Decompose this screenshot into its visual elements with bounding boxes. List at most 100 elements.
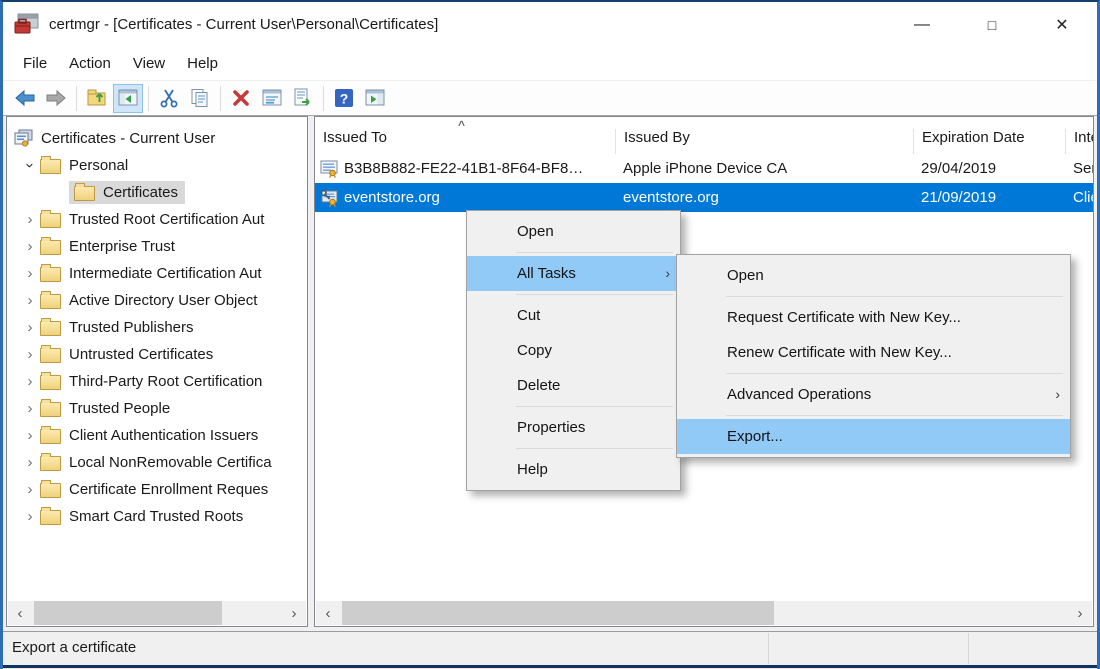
folder-icon (40, 159, 61, 174)
properties-button[interactable] (257, 84, 287, 113)
chevron-right-icon[interactable]: › (20, 401, 40, 416)
toolbar: ? (3, 81, 1097, 116)
chevron-right-icon[interactable]: › (20, 239, 40, 254)
chevron-right-icon[interactable]: › (20, 266, 40, 281)
submenu-item-advanced-operations[interactable]: Advanced Operations › (677, 377, 1070, 412)
tree-item-label: Certificates - Current User (41, 130, 215, 147)
chevron-right-icon[interactable]: › (20, 320, 40, 335)
help-button[interactable]: ? (329, 84, 359, 113)
tree-item-personal[interactable]: › Personal (7, 152, 307, 179)
status-bar: Export a certificate (3, 631, 1097, 665)
copy-button[interactable] (185, 84, 215, 113)
tree-item-client-auth-issuers[interactable]: › Client Authentication Issuers (7, 422, 307, 449)
chevron-right-icon[interactable]: › (20, 212, 40, 227)
menu-file[interactable]: File (12, 51, 58, 76)
menu-action[interactable]: Action (58, 51, 122, 76)
tree-item-cert-enrollment-requests[interactable]: › Certificate Enrollment Reques (7, 476, 307, 503)
column-header-issued-by[interactable]: Issued By (615, 129, 913, 154)
expiration-date-value: 21/09/2019 (913, 189, 1065, 206)
menu-help[interactable]: Help (176, 51, 229, 76)
tree-item-smart-card-trusted-roots[interactable]: › Smart Card Trusted Roots (7, 503, 307, 530)
tree-item-third-party-root[interactable]: › Third-Party Root Certification (7, 368, 307, 395)
certificate-store-icon (14, 129, 34, 148)
copy-icon (189, 87, 211, 109)
folder-icon (40, 213, 61, 228)
maximize-button[interactable]: □ (957, 2, 1027, 47)
scroll-right-arrow-icon[interactable]: › (1068, 601, 1092, 625)
column-header-intended-purposes[interactable]: Inte (1065, 129, 1093, 154)
menu-separator (516, 406, 673, 407)
show-console-tree-button[interactable] (113, 84, 143, 113)
chevron-right-icon[interactable]: › (20, 374, 40, 389)
column-header-expiration-date[interactable]: Expiration Date (913, 129, 1065, 154)
delete-button[interactable] (226, 84, 256, 113)
tree-item-active-directory[interactable]: › Active Directory User Object (7, 287, 307, 314)
close-icon: ✕ (1055, 15, 1068, 35)
context-menu-item-cut[interactable]: Cut (467, 298, 680, 333)
cut-icon (158, 87, 180, 109)
submenu-item-request-certificate[interactable]: Request Certificate with New Key... (677, 300, 1070, 335)
tree-item-intermediate[interactable]: › Intermediate Certification Aut (7, 260, 307, 287)
cut-button[interactable] (154, 84, 184, 113)
menu-separator (516, 448, 673, 449)
toolbar-separator (148, 86, 149, 111)
chevron-down-icon[interactable]: › (23, 156, 38, 176)
menu-separator (726, 296, 1063, 297)
column-header-issued-to[interactable]: Issued To (315, 129, 615, 154)
chevron-right-icon[interactable]: › (20, 455, 40, 470)
folder-icon (40, 240, 61, 255)
status-divider (768, 633, 769, 664)
scrollbar-thumb[interactable] (34, 601, 222, 625)
tree-horizontal-scrollbar[interactable]: ‹ › (8, 601, 306, 625)
scrollbar-thumb[interactable] (342, 601, 774, 625)
context-menu-item-copy[interactable]: Copy (467, 333, 680, 368)
tree-item-label: Enterprise Trust (69, 238, 175, 255)
tree-item-trusted-publishers[interactable]: › Trusted Publishers (7, 314, 307, 341)
scroll-left-arrow-icon[interactable]: ‹ (316, 601, 340, 625)
menu-view[interactable]: View (122, 51, 176, 76)
close-button[interactable]: ✕ (1027, 2, 1097, 47)
minimize-button[interactable]: — (887, 2, 957, 47)
chevron-right-icon[interactable]: › (20, 347, 40, 362)
scroll-left-arrow-icon[interactable]: ‹ (8, 601, 32, 625)
forward-button[interactable] (41, 84, 71, 113)
chevron-right-icon[interactable]: › (20, 428, 40, 443)
list-horizontal-scrollbar[interactable]: ‹ › (316, 601, 1092, 625)
submenu-item-export[interactable]: Export... (677, 419, 1070, 454)
context-menu-item-properties[interactable]: Properties (467, 410, 680, 445)
chevron-right-icon[interactable]: › (20, 509, 40, 524)
tree-item-local-nonremovable[interactable]: › Local NonRemovable Certifica (7, 449, 307, 476)
tree-item-label: Certificate Enrollment Reques (69, 481, 268, 498)
intended-purposes-value: Clie (1065, 189, 1093, 206)
tree-item-certificates[interactable]: Certificates (7, 179, 307, 206)
certificate-row[interactable]: B3B8B882-FE22-41B1-8F64-BF8… Apple iPhon… (315, 154, 1093, 183)
svg-text:?: ? (340, 91, 349, 107)
menu-bar: File Action View Help (3, 47, 1097, 81)
tree-item-trusted-people[interactable]: › Trusted People (7, 395, 307, 422)
back-button[interactable] (10, 84, 40, 113)
tree-item-untrusted-certificates[interactable]: › Untrusted Certificates (7, 341, 307, 368)
submenu-item-open[interactable]: Open (677, 258, 1070, 293)
context-menu-item-delete[interactable]: Delete (467, 368, 680, 403)
tree-item-label: Intermediate Certification Aut (69, 265, 262, 282)
show-action-pane-button[interactable] (360, 84, 390, 113)
scroll-right-arrow-icon[interactable]: › (282, 601, 306, 625)
certificate-row-selected[interactable]: eventstore.org eventstore.org 21/09/2019… (315, 183, 1093, 212)
chevron-right-icon[interactable]: › (20, 482, 40, 497)
tree-item-enterprise-trust[interactable]: › Enterprise Trust (7, 233, 307, 260)
tree-item-label: Third-Party Root Certification (69, 373, 262, 390)
tree-item-label: Certificates (103, 184, 178, 201)
forward-icon (45, 87, 67, 109)
certificate-tree: Certificates - Current User › Personal C… (7, 117, 307, 530)
export-list-button[interactable] (288, 84, 318, 113)
context-menu-item-all-tasks[interactable]: All Tasks › (467, 256, 680, 291)
context-menu-item-open[interactable]: Open (467, 214, 680, 249)
up-one-level-button[interactable] (82, 84, 112, 113)
toolbar-separator (220, 86, 221, 111)
chevron-right-icon[interactable]: › (20, 293, 40, 308)
context-menu-item-help[interactable]: Help (467, 452, 680, 487)
tree-item-trusted-root[interactable]: › Trusted Root Certification Aut (7, 206, 307, 233)
submenu-item-renew-certificate[interactable]: Renew Certificate with New Key... (677, 335, 1070, 370)
console-tree-panel: Certificates - Current User › Personal C… (6, 116, 308, 627)
tree-item-certificates-current-user[interactable]: Certificates - Current User (7, 125, 307, 152)
